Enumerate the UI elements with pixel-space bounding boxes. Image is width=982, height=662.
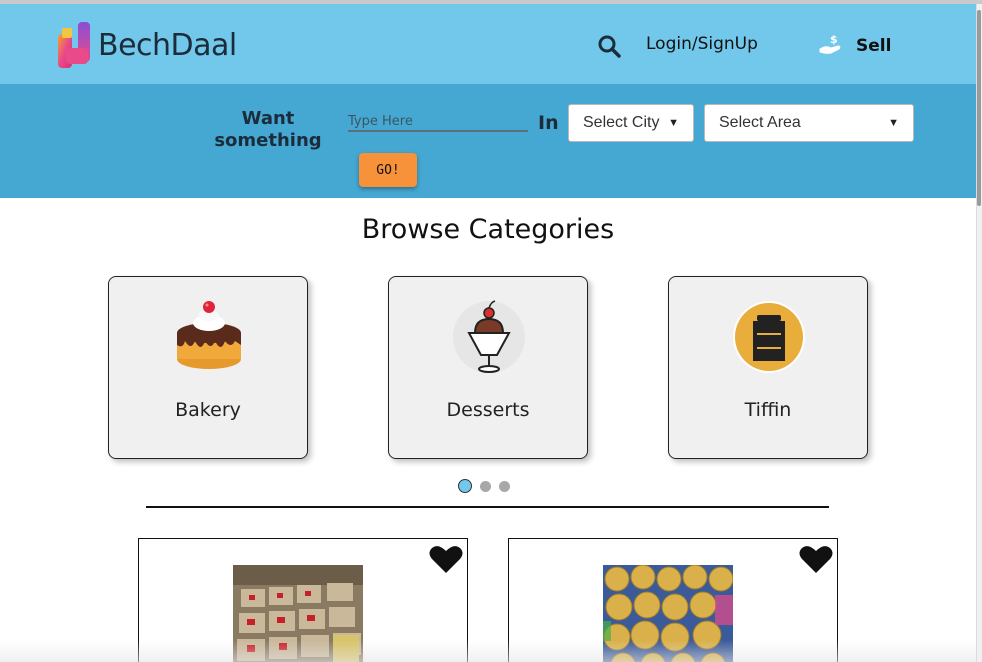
carousel-dot-2[interactable]	[480, 480, 491, 492]
brand-logo[interactable]: BechDaal	[58, 20, 237, 70]
search-input[interactable]	[348, 112, 528, 132]
logo-icon	[58, 20, 92, 70]
bottom-fade	[0, 640, 976, 662]
area-select-value: Select Area	[719, 114, 801, 131]
svg-text:$: $	[830, 33, 838, 46]
login-signup-link[interactable]: Login/SignUp	[646, 34, 758, 54]
sundae-icon	[449, 297, 529, 377]
area-select[interactable]: Select Area ▼	[704, 104, 914, 142]
search-icon[interactable]	[597, 34, 621, 58]
section-divider	[146, 506, 829, 508]
city-select[interactable]: Select City ▼	[568, 104, 694, 142]
tiffin-icon	[729, 297, 809, 377]
want-line-1: Want	[241, 108, 295, 129]
category-label: Desserts	[446, 399, 530, 421]
chevron-down-icon: ▼	[668, 117, 679, 129]
go-button[interactable]: GO!	[359, 153, 417, 187]
category-label: Tiffin	[744, 399, 792, 421]
want-line-2: something	[214, 130, 322, 151]
carousel-dots	[458, 479, 518, 493]
browse-categories-title: Browse Categories	[361, 214, 615, 245]
scrollbar-thumb[interactable]	[977, 10, 981, 206]
chevron-down-icon: ▼	[888, 117, 899, 129]
carousel-dot-1[interactable]	[458, 479, 472, 493]
category-card-tiffin[interactable]: Tiffin	[668, 276, 868, 459]
heart-icon[interactable]	[429, 543, 463, 575]
in-label: In	[538, 112, 559, 134]
navbar: BechDaal Login/SignUp $ Sell	[0, 4, 976, 84]
carousel-dot-3[interactable]	[499, 480, 510, 492]
brand-name: BechDaal	[98, 27, 237, 63]
heart-icon[interactable]	[799, 543, 833, 575]
sell-label: Sell	[856, 36, 892, 56]
sell-button[interactable]: $ Sell	[818, 32, 891, 60]
page-scrollbar[interactable]	[976, 4, 982, 662]
search-bar: Want something In Select City ▼ Select A…	[0, 84, 976, 198]
category-card-desserts[interactable]: Desserts	[388, 276, 588, 459]
want-something-label: Want something	[214, 108, 322, 152]
category-label: Bakery	[175, 399, 241, 421]
cake-icon	[169, 297, 249, 377]
hand-money-icon: $	[818, 32, 842, 60]
category-card-bakery[interactable]: Bakery	[108, 276, 308, 459]
city-select-value: Select City	[583, 114, 660, 131]
